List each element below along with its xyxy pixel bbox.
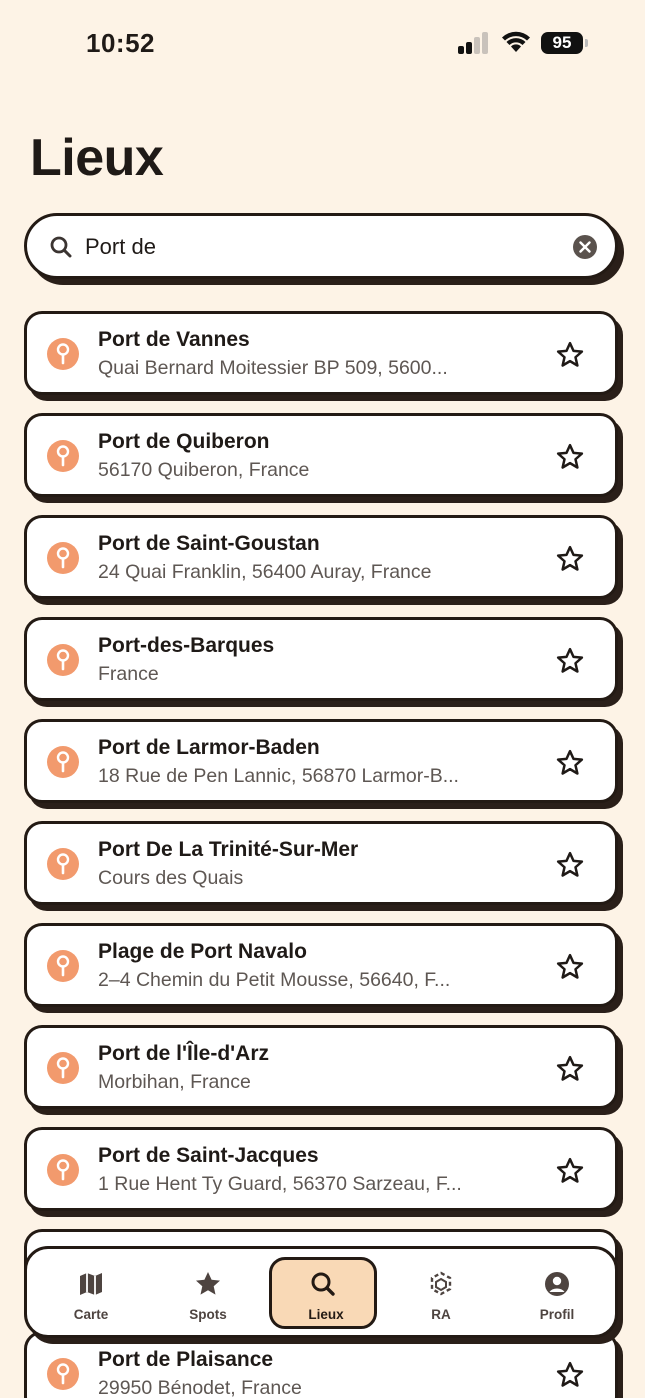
page-title: Lieux — [30, 129, 164, 187]
tab-lieux[interactable]: Lieux — [269, 1257, 377, 1329]
star-icon[interactable] — [555, 1054, 585, 1084]
map-pin-icon — [47, 338, 79, 370]
search-icon — [311, 1272, 335, 1296]
cellular-signal-icon — [458, 32, 492, 54]
tab-label: Spots — [189, 1307, 227, 1322]
place-name: Port-des-Barques — [98, 634, 275, 657]
map-pin-icon — [47, 542, 79, 574]
status-time: 10:52 — [86, 28, 155, 58]
map-pin-icon — [47, 1154, 79, 1186]
place-address: 2–4 Chemin du Petit Mousse, 56640, F... — [98, 969, 451, 991]
star-icon[interactable] — [555, 850, 585, 880]
map-icon — [80, 1273, 102, 1295]
star-icon[interactable] — [555, 544, 585, 574]
place-address: France — [98, 663, 159, 685]
place-address: 56170 Quiberon, France — [98, 459, 310, 481]
star-icon[interactable] — [555, 952, 585, 982]
tab-bar: Carte Spots Lieux RA Profil — [24, 1246, 618, 1338]
place-address: 24 Quai Franklin, 56400 Auray, France — [98, 561, 432, 583]
list-item[interactable]: Port de Quiberon 56170 Quiberon, France — [24, 413, 618, 497]
place-name: Plage de Port Navalo — [98, 940, 307, 963]
search-icon — [50, 236, 72, 258]
map-pin-icon — [47, 950, 79, 982]
place-name: Port de l'Île-d'Arz — [98, 1042, 270, 1065]
wifi-icon — [502, 31, 530, 52]
status-bar: 10:52 95 — [0, 0, 645, 90]
search-bar[interactable] — [24, 213, 618, 279]
battery-level: 95 — [541, 32, 583, 54]
tab-label: Carte — [73, 1307, 109, 1322]
map-pin-icon — [47, 848, 79, 880]
list-item[interactable]: Port De La Trinité-Sur-Mer Cours des Qua… — [24, 821, 618, 905]
star-icon[interactable] — [555, 1360, 585, 1390]
tab-label: Lieux — [308, 1307, 344, 1322]
search-input[interactable] — [85, 228, 555, 266]
tab-label: Profil — [539, 1307, 575, 1322]
place-name: Port de Saint-Goustan — [98, 532, 320, 555]
place-address: Cours des Quais — [98, 867, 244, 889]
tab-profil[interactable]: Profil — [503, 1257, 611, 1329]
profile-icon — [545, 1272, 569, 1296]
map-pin-icon — [47, 644, 79, 676]
star-icon[interactable] — [555, 442, 585, 472]
place-address: Morbihan, France — [98, 1071, 251, 1093]
place-name: Port de Vannes — [98, 328, 250, 351]
tab-spots[interactable]: Spots — [154, 1257, 262, 1329]
star-icon — [196, 1272, 220, 1295]
battery-icon: 95 — [541, 32, 589, 54]
star-icon[interactable] — [555, 340, 585, 370]
list-item[interactable]: Port de Saint-Goustan 24 Quai Franklin, … — [24, 515, 618, 599]
list-item[interactable]: Port de Larmor-Baden 18 Rue de Pen Lanni… — [24, 719, 618, 803]
place-name: Port de Saint-Jacques — [98, 1144, 319, 1167]
tab-ra[interactable]: RA — [387, 1257, 495, 1329]
place-address: 1 Rue Hent Ty Guard, 56370 Sarzeau, F... — [98, 1173, 462, 1195]
ar-icon — [430, 1271, 452, 1296]
list-item[interactable]: Plage de Port Navalo 2–4 Chemin du Petit… — [24, 923, 618, 1007]
list-item[interactable]: Port de Plaisance 29950 Bénodet, France — [24, 1331, 618, 1398]
tab-label: RA — [431, 1307, 451, 1322]
list-item[interactable]: Port de Vannes Quai Bernard Moitessier B… — [24, 311, 618, 395]
place-address: Quai Bernard Moitessier BP 509, 5600... — [98, 357, 448, 379]
place-name: Port de Plaisance — [98, 1348, 274, 1371]
place-address: 18 Rue de Pen Lannic, 56870 Larmor-B... — [98, 765, 459, 787]
list-item[interactable]: Port-des-Barques France — [24, 617, 618, 701]
star-icon[interactable] — [555, 646, 585, 676]
place-name: Port De La Trinité-Sur-Mer — [98, 838, 359, 861]
map-pin-icon — [47, 1052, 79, 1084]
clear-search-button[interactable] — [573, 235, 597, 259]
star-icon[interactable] — [555, 1156, 585, 1186]
map-pin-icon — [47, 1358, 79, 1390]
star-icon[interactable] — [555, 748, 585, 778]
list-item[interactable]: Port de Saint-Jacques 1 Rue Hent Ty Guar… — [24, 1127, 618, 1211]
tab-carte[interactable]: Carte — [37, 1257, 145, 1329]
list-item[interactable]: Port de l'Île-d'Arz Morbihan, France — [24, 1025, 618, 1109]
place-name: Port de Quiberon — [98, 430, 270, 453]
map-pin-icon — [47, 440, 79, 472]
place-address: 29950 Bénodet, France — [98, 1377, 302, 1398]
place-name: Port de Larmor-Baden — [98, 736, 320, 759]
close-icon — [579, 241, 591, 253]
map-pin-icon — [47, 746, 79, 778]
